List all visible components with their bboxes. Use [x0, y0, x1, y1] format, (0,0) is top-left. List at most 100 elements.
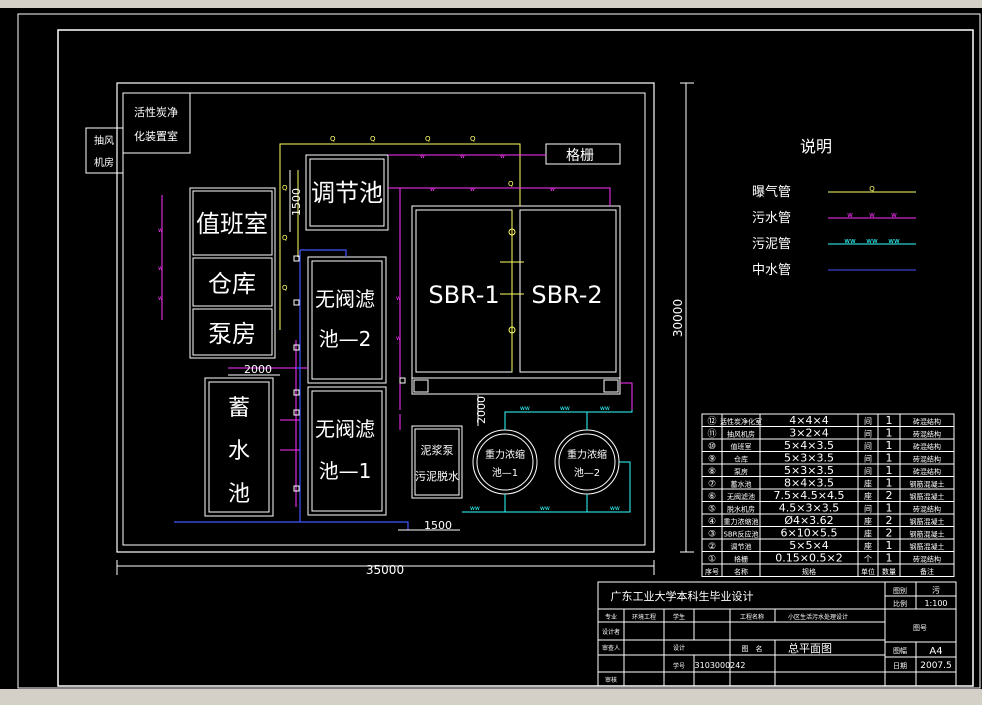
activated-carbon-room [122, 92, 191, 154]
schedule-cell-size: 4×4×4 [789, 414, 828, 427]
schedule-cell-qty: 2 [886, 514, 893, 527]
legend-pipe-tag: Q [869, 185, 875, 193]
tb-project-value: 小区生活污水处理设计 [788, 613, 848, 621]
schedule-cell-qty: 2 [886, 527, 893, 540]
thickener-1-label-2: 池—1 [492, 466, 518, 479]
schedule-cell-note: 砖混结构 [913, 555, 941, 564]
svg-text:ww: ww [540, 505, 550, 512]
svg-text:w: w [158, 227, 163, 234]
legend-pipe-tag: w [847, 211, 853, 219]
schedule-cell-qty: 1 [886, 439, 893, 452]
legend-label: 污水管 [752, 211, 791, 226]
duty-room-label: 值班室 [196, 210, 268, 238]
schedule-cell-size: 0.15×0.5×2 [775, 552, 842, 565]
tb-size-label: 图幅 [893, 646, 907, 655]
filter-tank-2-inner [311, 260, 383, 380]
schedule-cell-no: ③ [708, 530, 716, 540]
thickener-2-label-1: 重力浓缩 [567, 448, 607, 461]
exhaust-fan-label-1: 抽风 [94, 134, 114, 147]
schedule-cell-no: 序号 [705, 567, 719, 576]
tb-size-value: A4 [929, 646, 942, 657]
schedule-cell-qty: 1 [886, 552, 893, 565]
tb-pollution-label: 图别 [893, 586, 907, 595]
cad-drawing-canvas[interactable]: 活性炭净 化装置室 抽风 机房 值班室 仓库 泵房 蓄 水 池 调节池 无阀滤 … [0, 8, 982, 689]
schedule-cell-name: 蓄水池 [731, 480, 752, 489]
schedule-cell-unit: 间 [864, 455, 872, 464]
tb-project-label: 工程名称 [740, 613, 764, 621]
grille-label: 格栅 [566, 148, 594, 164]
legend-label: 中水管 [752, 263, 791, 278]
sbr-channel [411, 377, 621, 395]
pipe-tag: Q [508, 180, 514, 188]
schedule-cell-no: ⑫ [707, 416, 716, 427]
schedule-cell-unit: 间 [864, 430, 872, 439]
schedule-cell-note: 钢筋混凝土 [910, 542, 945, 551]
thickener-2 [554, 429, 620, 495]
svg-text:w: w [396, 335, 401, 342]
exhaust-fan-label-2: 机房 [94, 156, 114, 169]
pipe-tag: Q [425, 135, 431, 143]
schedule-cell-no: ⑥ [708, 492, 716, 502]
schedule-cell-name: 仓库 [734, 455, 748, 464]
schedule-cell-name: 无阀滤池 [727, 492, 755, 501]
tb-scale-label: 比例 [893, 599, 907, 608]
pump-room-label: 泵房 [208, 320, 256, 348]
schedule-cell-name: 格栅 [734, 555, 748, 564]
svg-text:w: w [470, 186, 475, 193]
sludge-pump-label-2: 污泥脱水 [415, 469, 459, 483]
schedule-cell-qty: 1 [886, 464, 893, 477]
legend-pipe-tag: w [869, 211, 875, 219]
pipe-tag: Q [282, 284, 288, 292]
dim-1500-vertical: 1500 [290, 188, 303, 216]
sludge-pump-room-inner [414, 428, 460, 496]
tb-date-value: 2007.5 [920, 661, 952, 671]
legend-pipe-tag: w [891, 211, 897, 219]
filter-tank-1-inner [311, 390, 383, 512]
tb-student-id-value: 3103000242 [695, 661, 746, 670]
schedule-cell-qty: 1 [886, 452, 893, 465]
tb-drawing-name-value: 总平面图 [788, 641, 832, 655]
legend-pipe-tag: ww [866, 237, 878, 245]
schedule-cell-size: 6×10×5.5 [781, 527, 838, 540]
storage-tank-label-1: 蓄 [228, 396, 250, 421]
tb-check-label: 审核 [605, 676, 617, 684]
tb-designer-label: 设计者 [602, 628, 620, 636]
tb-pollution-value: 污 [932, 585, 940, 595]
equipment-schedule-table: ⑫ 活性炭净化室 4×4×4 间 1 砖混结构 ⑪ 抽风机房 3×2×4 间 1 砖混结构 ⑩ 值班室 5×… [701, 413, 955, 577]
schedule-cell-unit: 座 [864, 491, 872, 501]
schedule-cell-unit: 座 [864, 516, 872, 526]
schedule-cell-no: ⑩ [708, 442, 716, 452]
schedule-cell-name: 重力浓缩池 [724, 517, 759, 526]
tb-design-label: 设计 [673, 644, 685, 652]
schedule-cell-note: 钢筋混凝土 [910, 492, 945, 501]
schedule-cell-size: 3×2×4 [789, 427, 828, 440]
svg-text:w: w [500, 153, 505, 160]
filter-2-label-1: 无阀滤 [315, 287, 375, 311]
legend-pipe-tag: ww [844, 237, 856, 245]
regulating-tank-label: 调节池 [311, 179, 383, 207]
top-toolbar-strip [0, 0, 982, 8]
schedule-cell-qty: 数量 [882, 567, 896, 576]
svg-text:ww: ww [560, 405, 570, 412]
schedule-cell-note: 砖混结构 [913, 417, 941, 426]
schedule-cell-qty: 1 [886, 477, 893, 490]
tb-date-label: 日期 [893, 662, 907, 670]
storage-tank-label-3: 池 [228, 482, 250, 507]
schedule-cell-size: 5×5×4 [789, 539, 828, 552]
schedule-cell-no: ① [708, 555, 716, 565]
schedule-cell-note: 砖混结构 [913, 442, 941, 451]
schedule-cell-no: ⑤ [708, 505, 716, 515]
legend-label: 曝气管 [752, 184, 791, 200]
schedule-cell-qty: 2 [886, 489, 893, 502]
dim-2000-vertical: 2000 [475, 396, 488, 424]
schedule-cell-size: 4.5×3×3.5 [779, 502, 839, 515]
legend-pipe-tag: ww [888, 237, 900, 245]
schedule-cell-unit: 座 [864, 529, 872, 539]
schedule-cell-size: 规格 [802, 567, 816, 576]
schedule-cell-unit: 座 [864, 541, 872, 551]
schedule-cell-no: ② [708, 542, 716, 552]
thickener-1 [472, 429, 538, 495]
tb-number-label: 图号 [913, 624, 927, 632]
tb-drawing-name-label: 图 名 [742, 644, 763, 653]
schedule-cell-note: 砖混结构 [913, 430, 941, 439]
